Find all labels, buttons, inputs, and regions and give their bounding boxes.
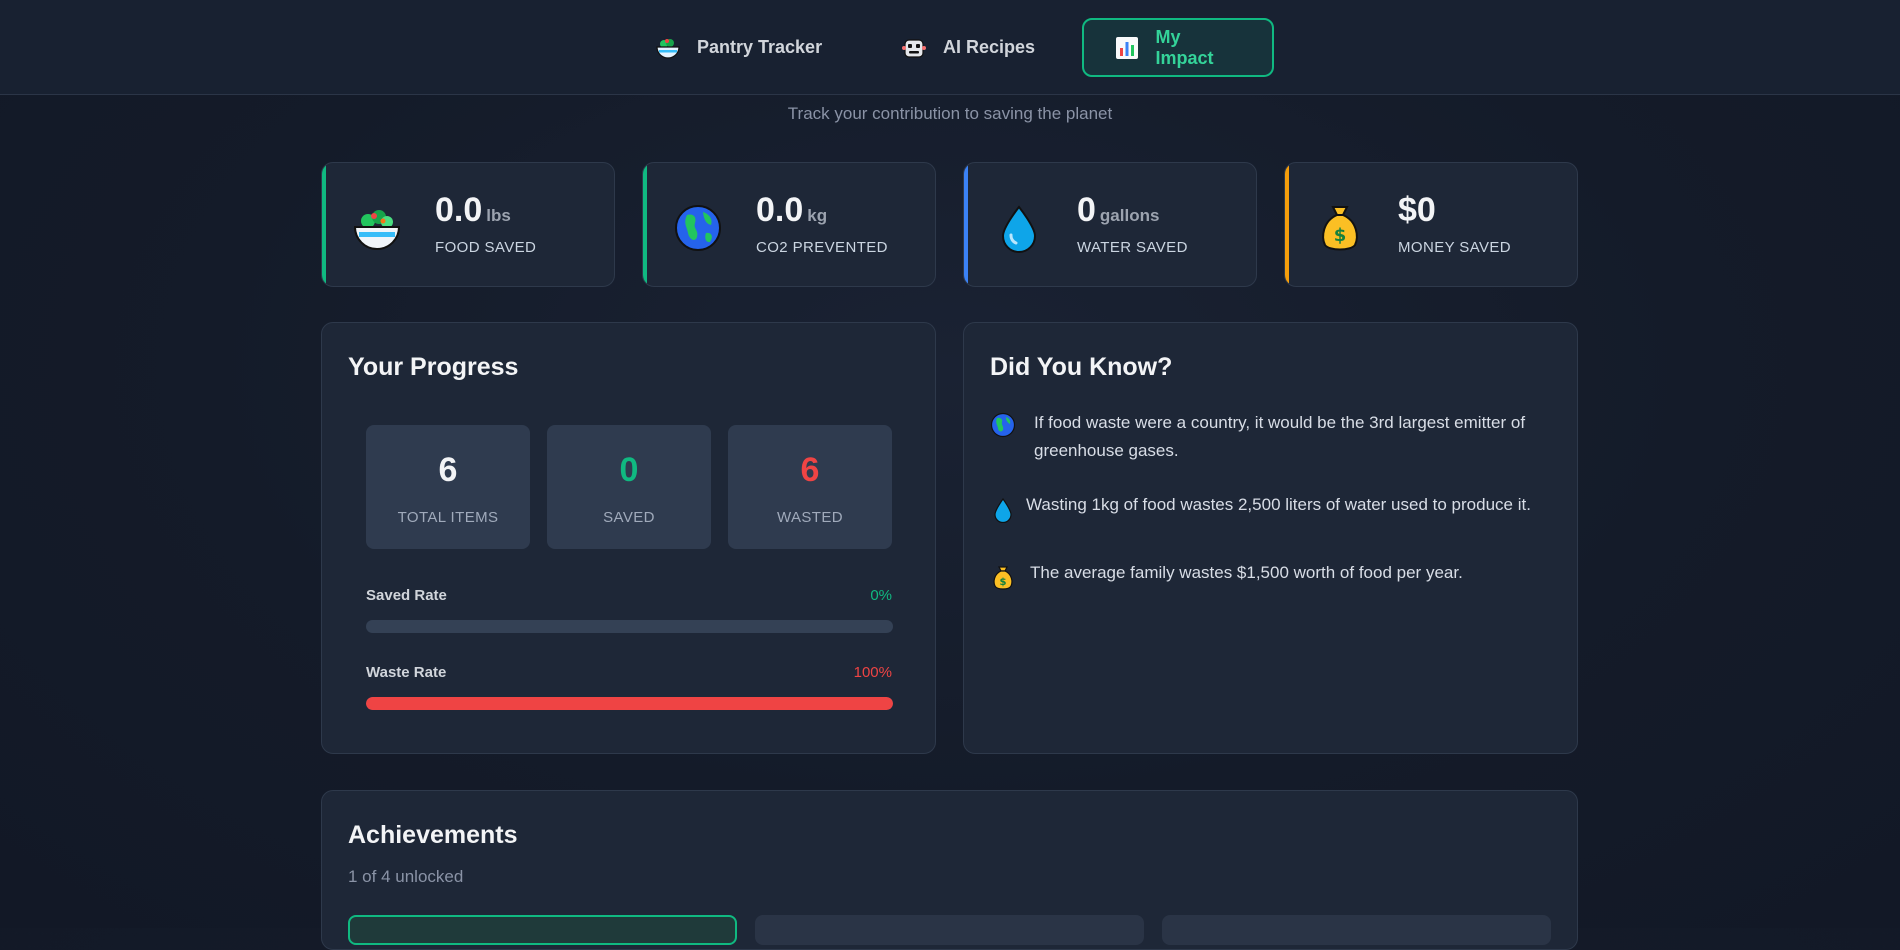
count-label: TOTAL ITEMS	[397, 509, 499, 526]
waste-rate-fill	[366, 697, 893, 710]
stat-label: WATER SAVED	[1077, 239, 1188, 256]
stat-value: $0	[1398, 191, 1436, 229]
page-subtitle: Track your contribution to saving the pl…	[787, 104, 1113, 123]
tab-my-impact[interactable]: My Impact	[1082, 18, 1274, 77]
stat-value-wrap: $0	[1398, 191, 1440, 230]
stat-card-food-saved: 0.0 lbs FOOD SAVED	[321, 162, 615, 287]
stat-card-water-saved: 0 gallons WATER SAVED	[963, 162, 1257, 287]
globe-icon	[673, 203, 723, 253]
tab-pantry-tracker[interactable]: Pantry Tracker	[625, 18, 852, 77]
facts-panel: Did You Know? If food waste were a count…	[963, 322, 1578, 754]
count-value: 6	[800, 451, 820, 489]
achievement-card-unlocked[interactable]	[348, 915, 737, 945]
saved-rate-value: 0%	[870, 587, 892, 604]
waste-rate-bar	[366, 697, 893, 710]
stat-accent-bar	[322, 163, 326, 286]
waste-rate-value: 100%	[853, 664, 892, 681]
wasted-items-box: 6 WASTED	[728, 425, 892, 549]
stat-card-co2-prevented: 0.0 kg CO2 PREVENTED	[642, 162, 936, 287]
water-drop-icon	[990, 497, 1016, 524]
count-value: 0	[619, 451, 639, 489]
achievement-card[interactable]	[1162, 915, 1551, 945]
robot-icon	[901, 35, 927, 61]
fact-item: $ The average family wastes $1,500 worth…	[990, 559, 1550, 591]
saved-rate-bar	[366, 620, 893, 633]
fact-text: If food waste were a country, it would b…	[1034, 413, 1526, 460]
panel-title: Your Progress	[348, 353, 519, 381]
achievement-card[interactable]	[755, 915, 1144, 945]
stat-card-money-saved: $ $0 MONEY SAVED	[1284, 162, 1578, 287]
fact-item: If food waste were a country, it would b…	[990, 409, 1540, 465]
tab-label: AI Recipes	[943, 37, 1036, 57]
tab-label: My Impact	[1155, 26, 1214, 68]
money-bag-icon: $	[1315, 203, 1365, 253]
fact-text: The average family wastes $1,500 worth o…	[1030, 563, 1463, 582]
stat-value: 0.0	[756, 191, 804, 229]
total-items-box: 6 TOTAL ITEMS	[366, 425, 530, 549]
stat-unit: gallons	[1099, 206, 1160, 225]
stat-label: MONEY SAVED	[1398, 239, 1512, 256]
stat-unit: lbs	[486, 206, 511, 225]
stat-value-wrap: 0.0 lbs	[435, 191, 511, 230]
money-bag-icon: $	[990, 565, 1016, 591]
tab-ai-recipes[interactable]: AI Recipes	[871, 18, 1065, 77]
stat-value-wrap: 0.0 kg	[756, 191, 827, 230]
count-label: WASTED	[776, 509, 843, 526]
stat-accent-bar	[964, 163, 968, 286]
svg-text:$: $	[1000, 577, 1007, 588]
stat-accent-bar	[643, 163, 647, 286]
stat-accent-bar	[1285, 163, 1289, 286]
stat-unit: kg	[807, 206, 828, 225]
nav-tabs: Pantry Tracker AI Recipes My Impact	[0, 18, 1900, 77]
tab-label: Pantry Tracker	[697, 37, 823, 57]
salad-bowl-icon	[655, 35, 681, 61]
svg-text:$: $	[1334, 225, 1347, 246]
panel-title: Achievements	[348, 821, 518, 849]
count-label: SAVED	[603, 509, 655, 526]
count-value: 6	[438, 451, 458, 489]
salad-bowl-icon	[352, 203, 402, 253]
fact-item: Wasting 1kg of food wastes 2,500 liters …	[990, 491, 1560, 524]
water-drop-icon	[994, 203, 1044, 253]
saved-rate-label: Saved Rate	[366, 587, 447, 604]
panel-title: Did You Know?	[990, 353, 1173, 381]
saved-items-box: 0 SAVED	[547, 425, 711, 549]
bar-chart-icon	[1114, 35, 1140, 61]
stat-label: CO2 PREVENTED	[756, 239, 888, 256]
waste-rate-label: Waste Rate	[366, 664, 447, 681]
top-nav-bar: Pantry Tracker AI Recipes My Impact	[0, 0, 1900, 95]
fact-text: Wasting 1kg of food wastes 2,500 liters …	[1026, 495, 1531, 514]
achievements-panel: Achievements 1 of 4 unlocked	[321, 790, 1578, 950]
stat-value: 0.0	[435, 191, 483, 229]
achievements-summary: 1 of 4 unlocked	[348, 867, 464, 886]
stat-value-wrap: 0 gallons	[1077, 191, 1159, 230]
stat-value: 0	[1077, 191, 1096, 229]
stat-label: FOOD SAVED	[435, 239, 537, 256]
progress-panel: Your Progress 6 TOTAL ITEMS 0 SAVED 6 WA…	[321, 322, 936, 754]
globe-icon	[990, 412, 1016, 438]
